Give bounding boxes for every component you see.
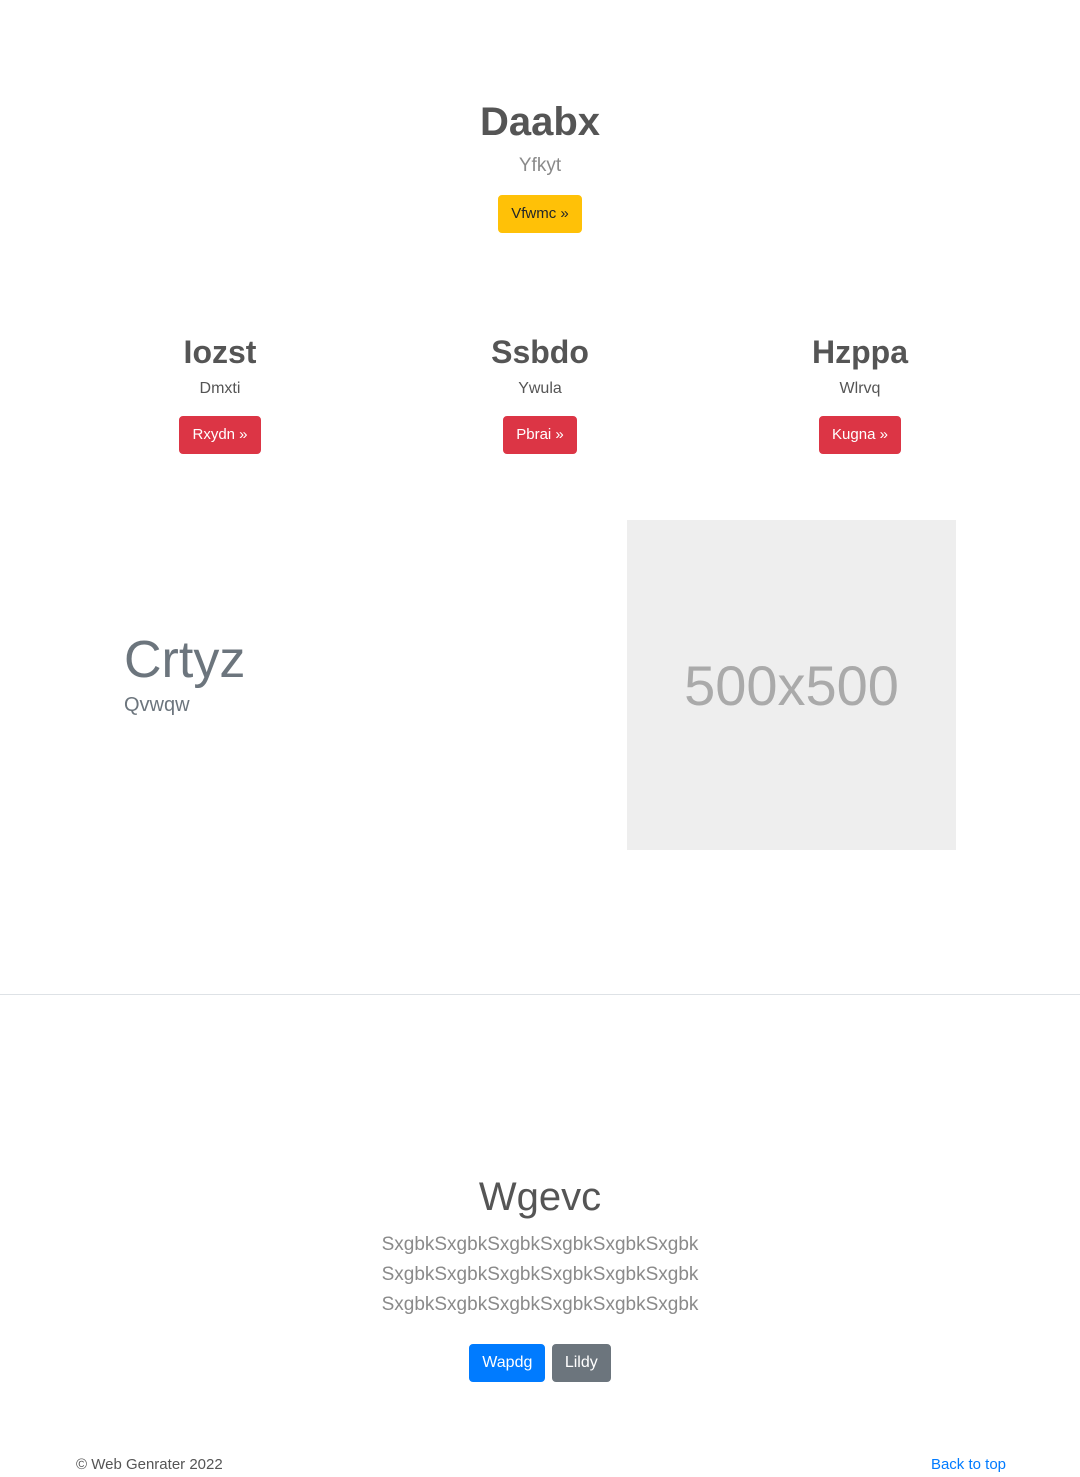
cta-body: SxgbkSxgbkSxgbkSxgbkSxgbkSxgbk SxgbkSxgb…	[381, 1234, 699, 1315]
feature-column: Hzppa Wlrvq Kugna »	[700, 330, 1020, 454]
footer-copyright: © Web Genrater 2022	[76, 1456, 223, 1473]
cta-secondary-button[interactable]: Lildy	[551, 1344, 611, 1382]
feature-button[interactable]: Pbrai »	[503, 416, 577, 454]
feature-subtitle: Dmxti	[199, 380, 241, 397]
split-subtitle: Qvwqw	[124, 694, 190, 716]
features-row: Iozst Dmxti Rxydn » Ssbdo Ywula Pbrai » …	[60, 330, 1020, 454]
feature-column: Iozst Dmxti Rxydn »	[60, 330, 380, 454]
feature-title: Ssbdo	[491, 334, 589, 370]
feature-title: Hzppa	[812, 334, 908, 370]
hero-subtitle: Yfkyt	[518, 155, 562, 176]
cta-title: Wgevc	[478, 1175, 602, 1219]
image-placeholder-label: 500x500	[684, 653, 899, 717]
feature-title: Iozst	[183, 334, 257, 370]
feature-button[interactable]: Rxydn »	[179, 416, 261, 454]
split-text: Crtyz Qvwqw	[124, 630, 245, 718]
cta-section: Wgevc SxgbkSxgbkSxgbkSxgbkSxgbkSxgbk Sxg…	[0, 1172, 1080, 1382]
hero-title: Daabx	[479, 100, 601, 144]
footer: © Web Genrater 2022 Back to top	[76, 1454, 1006, 1476]
cta-primary-button[interactable]: Wapdg	[469, 1344, 546, 1382]
hero-section: Daabx Yfkyt Vfwmc »	[0, 96, 1080, 233]
feature-subtitle: Wlrvq	[839, 380, 881, 397]
feature-subtitle: Ywula	[518, 380, 562, 397]
hero-button[interactable]: Vfwmc »	[498, 195, 582, 233]
feature-column: Ssbdo Ywula Pbrai »	[380, 330, 700, 454]
section-divider	[0, 994, 1080, 995]
back-to-top-link[interactable]: Back to top	[931, 1454, 1006, 1476]
feature-button[interactable]: Kugna »	[819, 416, 901, 454]
cta-buttons: Wapdg Lildy	[0, 1344, 1080, 1382]
split-title: Crtyz	[124, 631, 246, 689]
image-placeholder: 500x500	[627, 520, 956, 850]
page: Daabx Yfkyt Vfwmc » Iozst Dmxti Rxydn » …	[0, 0, 1080, 1477]
